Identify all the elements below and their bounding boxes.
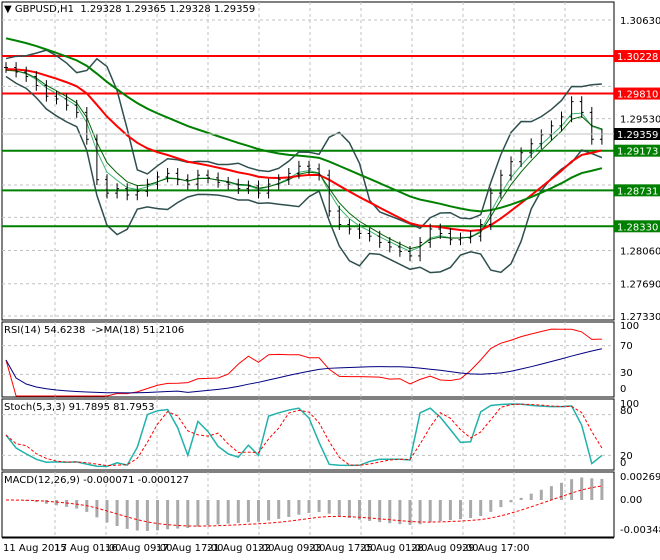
pane-frame [1,1,615,321]
stoch-tick: 80 [620,406,633,417]
level-label: 1.29173 [617,147,658,158]
ma-fast [5,69,603,252]
current-price-label: 1.29359 [617,130,658,141]
rsi-label: RSI(14) 54.6238 ->MA(18) 51.2106 [4,325,185,336]
symbol-label: GBPUSD,H1 [14,4,74,15]
rsi-tick: 30 [620,368,633,379]
price-tick: 1.28060 [620,247,660,258]
rsi-tick: 100 [620,321,639,332]
price-tick: 1.29530 [620,115,660,126]
macd-signal-line [5,485,602,527]
macd-tick: 0.00 [620,495,642,506]
level-label: 1.29810 [617,90,658,101]
level-label: 1.28731 [617,186,658,197]
macd-tick: 0.002697 [620,472,660,483]
level-label: 1.30228 [617,52,658,63]
macd-label: MACD(12,26,9) -0.000071 -0.000127 [4,475,189,486]
chart-header: ▼ GBPUSD,H1 1.29328 1.29365 1.29328 1.29… [4,4,256,15]
stoch-main-line [5,403,603,468]
ohlc-values: 1.29328 1.29365 1.29328 1.29359 [80,4,256,15]
stoch-label: Stoch(5,3,3) 91.7895 81.7953 [4,402,155,413]
rsi-ma-line [5,348,603,394]
rsi-tick: 0 [620,384,626,395]
macd-tick: -0.003489 [620,525,660,536]
rsi-tick: 70 [620,341,633,352]
price-tick: 1.30630 [620,16,660,27]
ma-mid [5,69,603,250]
price-tick: 1.27690 [620,280,660,291]
stoch-tick: 0 [620,458,626,469]
time-label: 29 Aug 17:00 [462,543,530,554]
rsi-line [5,328,602,397]
level-label: 1.28330 [617,222,658,233]
